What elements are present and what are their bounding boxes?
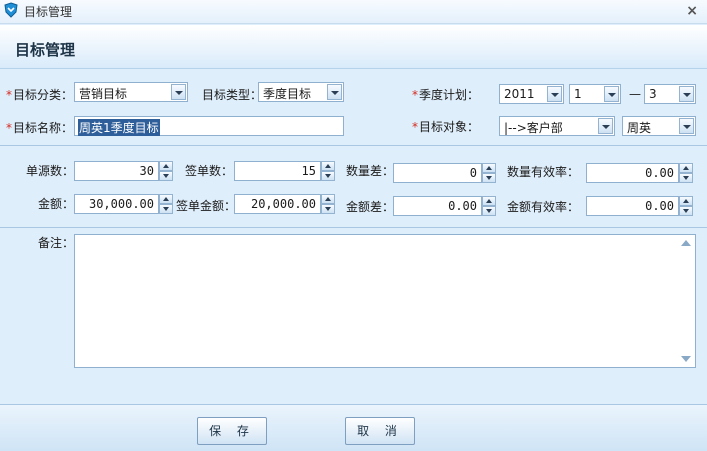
source-count-input[interactable]: 30 [74, 161, 173, 181]
target-object-label: *目标对象： [412, 120, 480, 134]
spinner [679, 196, 694, 216]
chevron-up-icon[interactable] [159, 194, 173, 204]
signed-count-value: 15 [301, 164, 316, 178]
quarter-to-select[interactable]: 3 [644, 84, 696, 104]
count-diff-value: 0 [469, 166, 477, 180]
chevron-down-icon[interactable] [679, 206, 693, 216]
count-efficiency-input[interactable]: 0.00 [586, 163, 693, 183]
amount-label: 金额： [38, 197, 75, 211]
spinner [679, 163, 694, 183]
required-mark: * [6, 121, 12, 135]
category-label: *目标分类： [6, 88, 74, 102]
required-mark: * [6, 88, 12, 102]
chevron-down-icon[interactable] [679, 86, 694, 102]
amount-input[interactable]: 30,000.00 [74, 194, 173, 214]
quarter-from-select[interactable]: 1 [569, 84, 621, 104]
count-diff-label: 数量差： [346, 164, 395, 178]
type-select[interactable]: 季度目标 [258, 82, 344, 102]
save-button[interactable]: 保 存 [197, 417, 267, 445]
source-count-label: 单源数： [26, 164, 75, 178]
amount-diff-value: 0.00 [448, 199, 477, 213]
chevron-up-icon[interactable] [321, 161, 335, 171]
amount-diff-label: 金额差： [346, 200, 395, 214]
chevron-down-icon[interactable] [321, 171, 335, 181]
chevron-down-icon[interactable] [679, 118, 694, 134]
signed-amount-input[interactable]: 20,000.00 [234, 194, 335, 214]
scroll-up-icon[interactable] [681, 240, 691, 246]
target-name-value: 周英1季度目标 [78, 119, 160, 136]
signed-count-label: 签单数： [185, 164, 234, 178]
cancel-button[interactable]: 取 消 [345, 417, 415, 445]
chevron-up-icon[interactable] [482, 163, 496, 173]
amount-value: 30,000.00 [88, 197, 154, 211]
quarter-plan-label: *季度计划： [412, 88, 480, 102]
spinner [321, 194, 336, 214]
required-mark: * [412, 88, 418, 102]
amount-efficiency-value: 0.00 [645, 199, 674, 213]
spinner [159, 194, 174, 214]
section-divider [0, 145, 707, 146]
chevron-down-icon[interactable] [482, 173, 496, 183]
quarter-to-value: 3 [649, 87, 657, 101]
signed-count-input[interactable]: 15 [234, 161, 335, 181]
amount-efficiency-label: 金额有效率： [507, 200, 580, 214]
chevron-up-icon[interactable] [321, 194, 335, 204]
count-diff-input[interactable]: 0 [393, 163, 496, 183]
remarks-textarea[interactable] [74, 234, 696, 368]
spinner [159, 161, 174, 181]
quarter-from-value: 1 [574, 87, 582, 101]
chevron-down-icon[interactable] [482, 206, 496, 216]
form-area: *目标分类： 营销目标 目标类型： 季度目标 *季度计划： 2011 1 — 3… [0, 70, 707, 404]
count-efficiency-value: 0.00 [645, 166, 674, 180]
window-title: 目标管理 [24, 5, 73, 19]
chevron-down-icon[interactable] [159, 204, 173, 214]
department-value: |-->客户部 [504, 121, 563, 135]
scroll-down-icon[interactable] [681, 356, 691, 362]
footer-bar: 保 存 取 消 [0, 404, 707, 451]
count-efficiency-label: 数量有效率： [507, 165, 580, 179]
source-count-value: 30 [139, 164, 154, 178]
person-value: 周英 [627, 121, 652, 135]
category-value: 营销目标 [79, 87, 128, 101]
chevron-up-icon[interactable] [482, 196, 496, 206]
page-header: 目标管理 [0, 25, 707, 69]
category-select[interactable]: 营销目标 [74, 82, 188, 102]
chevron-down-icon[interactable] [171, 84, 186, 100]
page-title: 目标管理 [15, 41, 76, 59]
close-icon[interactable]: × [686, 3, 698, 19]
chevron-down-icon[interactable] [604, 86, 619, 102]
shield-app-icon [4, 2, 18, 18]
department-select[interactable]: |-->客户部 [499, 116, 615, 136]
signed-amount-value: 20,000.00 [250, 197, 316, 211]
spinner [321, 161, 336, 181]
title-bar: 目标管理 × [0, 0, 707, 24]
spinner [482, 163, 497, 183]
chevron-down-icon[interactable] [327, 84, 342, 100]
signed-amount-label: 签单金额： [176, 199, 237, 213]
target-name-label: *目标名称： [6, 121, 74, 135]
target-name-input[interactable]: 周英1季度目标 [74, 116, 344, 136]
chevron-down-icon[interactable] [321, 204, 335, 214]
required-mark: * [412, 120, 418, 134]
person-select[interactable]: 周英 [622, 116, 696, 136]
chevron-down-icon[interactable] [159, 171, 173, 181]
type-value: 季度目标 [263, 87, 312, 101]
type-label: 目标类型： [202, 88, 263, 102]
amount-efficiency-input[interactable]: 0.00 [586, 196, 693, 216]
chevron-down-icon[interactable] [598, 118, 613, 134]
range-dash: — [629, 87, 641, 101]
spinner [482, 196, 497, 216]
year-select[interactable]: 2011 [499, 84, 564, 104]
year-value: 2011 [504, 87, 535, 101]
section-divider [0, 227, 707, 228]
chevron-up-icon[interactable] [679, 163, 693, 173]
chevron-up-icon[interactable] [679, 196, 693, 206]
chevron-up-icon[interactable] [159, 161, 173, 171]
chevron-down-icon[interactable] [547, 86, 562, 102]
chevron-down-icon[interactable] [679, 173, 693, 183]
amount-diff-input[interactable]: 0.00 [393, 196, 496, 216]
remarks-label: 备注： [38, 236, 75, 250]
